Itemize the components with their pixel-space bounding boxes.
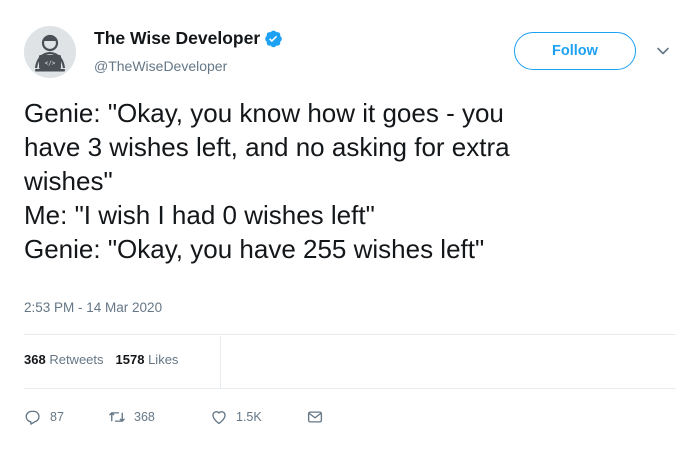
retweet-icon bbox=[109, 412, 125, 422]
display-name[interactable]: The Wise Developer bbox=[94, 28, 260, 49]
stats-separator bbox=[220, 336, 221, 388]
engagement-stats: 368 Retweets 1578 Likes bbox=[24, 352, 190, 367]
reply-count: 87 bbox=[50, 410, 64, 424]
divider bbox=[24, 334, 676, 335]
verified-badge-icon bbox=[264, 29, 283, 48]
retweet-button[interactable]: 368 bbox=[108, 408, 155, 426]
likes-count: 1578 bbox=[115, 352, 145, 367]
reply-icon bbox=[25, 410, 40, 425]
direct-message-button[interactable] bbox=[306, 408, 332, 426]
name-row: The Wise Developer bbox=[94, 28, 283, 49]
action-bar: 87 368 1.5K bbox=[24, 408, 424, 428]
like-count: 1.5K bbox=[236, 410, 262, 424]
laptop-person-icon: </> bbox=[24, 26, 76, 78]
heart-icon bbox=[212, 411, 226, 425]
likes-label: Likes bbox=[148, 352, 179, 367]
divider bbox=[24, 388, 676, 389]
avatar[interactable]: </> bbox=[24, 26, 76, 78]
retweets-count: 368 bbox=[24, 352, 46, 367]
tweet-text: Genie: "Okay, you know how it goes - you… bbox=[24, 98, 510, 264]
reply-button[interactable]: 87 bbox=[24, 408, 64, 426]
retweet-count: 368 bbox=[134, 410, 155, 424]
tweet-header: </> The Wise Developer @TheWiseDeveloper… bbox=[24, 26, 684, 78]
retweets-label: Retweets bbox=[49, 352, 104, 367]
timestamp[interactable]: 2:53 PM - 14 Mar 2020 bbox=[24, 300, 162, 315]
chevron-down-icon[interactable] bbox=[656, 44, 670, 58]
retweets-stat[interactable]: 368 Retweets bbox=[24, 352, 104, 367]
likes-stat[interactable]: 1578 Likes bbox=[116, 352, 179, 367]
follow-button[interactable]: Follow bbox=[514, 32, 636, 70]
like-button[interactable]: 1.5K bbox=[210, 408, 262, 426]
handle[interactable]: @TheWiseDeveloper bbox=[94, 58, 227, 74]
svg-text:</>: </> bbox=[45, 60, 56, 67]
envelope-icon bbox=[307, 411, 323, 423]
